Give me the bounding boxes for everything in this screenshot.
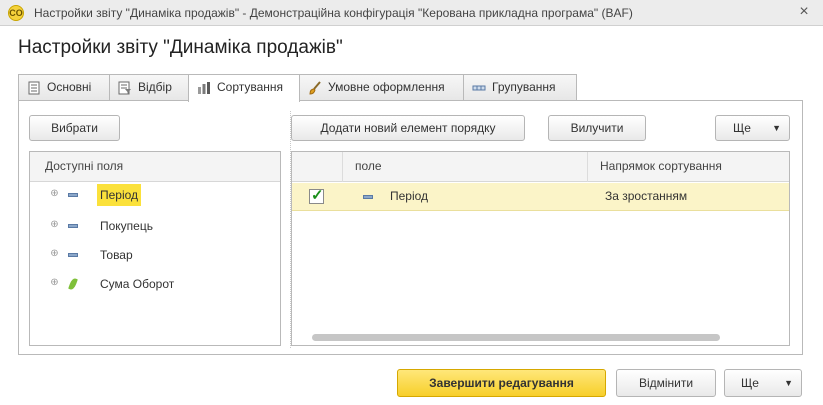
cancel-button[interactable]: Відмінити: [616, 369, 716, 397]
grouping-icon: [472, 85, 486, 91]
row-field: Період: [390, 189, 429, 203]
dimension-icon: [68, 193, 78, 197]
tab-conditional-format[interactable]: Умовне оформлення: [299, 74, 464, 101]
app-logo-icon: CO: [8, 5, 24, 21]
sort-icon: [198, 81, 210, 94]
sorting-grid[interactable]: поле Напрямок сортування ✓ Період За зро…: [291, 151, 790, 346]
tab-label: Відбір: [138, 80, 172, 94]
tree-header: Доступні поля: [30, 152, 280, 182]
window-title: Настройки звіту "Динаміка продажів" - Де…: [34, 6, 633, 20]
dimension-icon: [68, 253, 78, 257]
footer-more-button[interactable]: Ще ▼: [724, 369, 802, 397]
dimension-icon: [363, 195, 373, 199]
available-fields-tree[interactable]: Доступні поля ⊕ Період ⊕ Покупець ⊕ Това…: [29, 151, 281, 346]
more-button[interactable]: Ще ▼: [715, 115, 790, 141]
tree-item-turnover-sum[interactable]: ⊕ Сума Оборот: [30, 271, 280, 297]
grid-header: поле Напрямок сортування: [292, 152, 789, 182]
tree-item-label: Період: [97, 184, 142, 206]
dimension-icon: [68, 224, 78, 228]
document-icon: [28, 81, 40, 95]
direction-column-header[interactable]: Напрямок сортування: [588, 152, 791, 182]
more-button-label: Ще: [733, 121, 751, 135]
brush-icon: [309, 81, 321, 95]
tree-item-buyer[interactable]: ⊕ Покупець: [30, 213, 280, 239]
tab-main[interactable]: Основні: [18, 74, 110, 101]
close-icon[interactable]: ×: [795, 3, 813, 21]
tab-label: Основні: [47, 80, 92, 94]
tree-item-period[interactable]: ⊕ Період: [30, 182, 280, 208]
table-row[interactable]: ✓ Період За зростанням: [292, 183, 789, 211]
tree-item-product[interactable]: ⊕ Товар: [30, 242, 280, 268]
tree-item-label: Покупець: [100, 219, 153, 233]
tab-label: Групування: [492, 80, 556, 94]
add-order-item-button[interactable]: Додати новий елемент порядку: [291, 115, 525, 141]
checkbox-column-header: [292, 152, 343, 182]
horizontal-scrollbar[interactable]: [312, 334, 720, 341]
window-titlebar: CO Настройки звіту "Динаміка продажів" -…: [0, 0, 823, 26]
sorting-panel: Вибрати Доступні поля ⊕ Період ⊕ Покупец…: [18, 100, 803, 355]
form-title: Настройки звіту "Динаміка продажів": [18, 37, 343, 58]
expand-icon[interactable]: ⊕: [50, 220, 59, 230]
tab-filter[interactable]: Відбір: [109, 74, 189, 101]
tab-sorting[interactable]: Сортування: [188, 74, 300, 102]
tree-item-label: Сума Оборот: [100, 277, 175, 291]
filter-icon: [118, 81, 131, 95]
chevron-down-icon: ▼: [772, 123, 781, 133]
expand-icon[interactable]: ⊕: [50, 249, 59, 259]
tab-grouping[interactable]: Групування: [463, 74, 577, 101]
more-button-label: Ще: [741, 376, 759, 390]
expand-icon[interactable]: ⊕: [50, 189, 59, 199]
tree-item-label: Товар: [100, 248, 133, 262]
expand-icon[interactable]: ⊕: [50, 278, 59, 288]
resource-icon: [68, 277, 78, 291]
field-column-header[interactable]: поле: [343, 152, 588, 182]
chevron-down-icon: ▼: [784, 378, 793, 388]
select-button[interactable]: Вибрати: [29, 115, 120, 141]
check-icon: ✓: [311, 187, 324, 204]
row-checkbox[interactable]: ✓: [309, 187, 324, 204]
tab-label: Сортування: [217, 80, 284, 94]
finish-editing-button[interactable]: Завершити редагування: [397, 369, 606, 397]
tab-label: Умовне оформлення: [328, 80, 445, 94]
row-direction[interactable]: За зростанням: [605, 189, 687, 203]
remove-button[interactable]: Вилучити: [548, 115, 646, 141]
